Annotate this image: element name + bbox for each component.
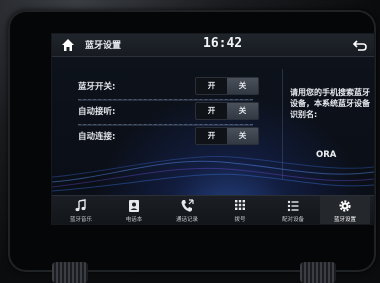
toggle-on-option[interactable]: 开 [196, 103, 227, 119]
auto-answer-row: 自动接听: 开 关 [78, 102, 288, 120]
settings-panel: 蓝牙开关: 开 关 自动接听: 开 关 自动连接: 开 关 请用您的手机搜索蓝牙… [52, 57, 374, 195]
toggle-off-option[interactable]: 关 [227, 128, 258, 144]
auto-connect-toggle[interactable]: 开 关 [195, 127, 259, 145]
tab-contacts[interactable]: 电话本 [109, 196, 159, 224]
tab-label: 拨号 [234, 217, 246, 223]
auto-connect-label: 自动连接: [78, 132, 116, 142]
toggle-on-option[interactable]: 开 [196, 78, 227, 94]
toggle-on-option[interactable]: 开 [196, 128, 227, 144]
settings-gear-icon [339, 200, 351, 212]
right-knob[interactable] [300, 262, 336, 283]
tab-bluetooth-music[interactable]: 蓝牙音乐 [56, 196, 106, 224]
dialpad-icon [235, 200, 245, 210]
tab-call-log[interactable]: 通话记录 [162, 196, 212, 224]
vertical-divider [282, 69, 283, 179]
pairing-instructions: 请用您的手机搜索蓝牙设备，本系统蓝牙设备识别名: [290, 88, 370, 119]
clock: 16:42 [203, 36, 243, 51]
page-title: 蓝牙设置 [85, 41, 122, 51]
bluetooth-switch-label: 蓝牙开关: [78, 82, 116, 92]
row-divider [78, 124, 253, 126]
bluetooth-switch-toggle[interactable]: 开 关 [195, 77, 259, 95]
toggle-off-option[interactable]: 关 [227, 103, 258, 119]
tab-paired-devices[interactable]: 配对设备 [268, 196, 318, 224]
top-bar: 蓝牙设置 16:42 [52, 34, 374, 57]
tab-label: 通话记录 [175, 217, 198, 223]
tab-label: 蓝牙设置 [333, 217, 356, 223]
home-icon[interactable] [60, 37, 76, 53]
auto-answer-toggle[interactable]: 开 关 [195, 102, 259, 120]
music-note-icon [75, 199, 86, 212]
tab-label: 配对设备 [281, 217, 304, 223]
auto-answer-label: 自动接听: [78, 107, 116, 117]
infotainment-screen: 蓝牙设置 16:42 蓝牙开关: 开 关 自动接听: 开 关 自动连接: 开 关… [51, 33, 375, 225]
bottom-tab-bar: 蓝牙音乐 电话本 通话记录 拨号 配对设备 蓝牙设置 [52, 195, 374, 224]
bluetooth-switch-row: 蓝牙开关: 开 关 [78, 77, 288, 95]
auto-connect-row: 自动连接: 开 关 [78, 127, 288, 145]
back-icon[interactable] [352, 37, 368, 53]
paired-devices-icon [287, 200, 299, 212]
device-name: ORA [316, 150, 337, 160]
tab-bluetooth-settings[interactable]: 蓝牙设置 [320, 196, 370, 224]
contacts-icon [129, 200, 139, 212]
toggle-off-option[interactable]: 关 [227, 78, 258, 94]
left-knob[interactable] [52, 262, 88, 283]
call-log-icon [181, 199, 194, 212]
tab-label: 电话本 [125, 217, 143, 223]
tab-label: 蓝牙音乐 [69, 217, 92, 223]
row-divider [78, 99, 253, 101]
tab-dialpad[interactable]: 拨号 [215, 196, 265, 224]
